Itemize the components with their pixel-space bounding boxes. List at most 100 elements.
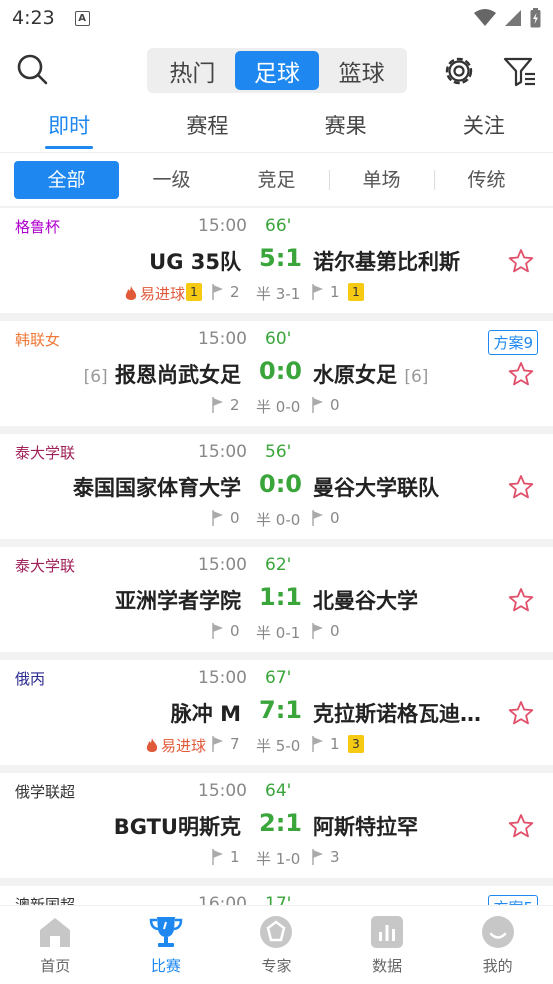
main-tabs: 即时 赛程 赛果 关注 xyxy=(0,102,553,152)
fire-icon xyxy=(146,737,158,752)
corners-away-value: 0 xyxy=(330,396,340,414)
tab-live[interactable]: 即时 xyxy=(0,102,138,152)
top-bar: 热门 足球 篮球 xyxy=(0,36,553,102)
half-score-value: 0-0 xyxy=(275,511,301,529)
fire-icon xyxy=(125,285,137,300)
star-icon[interactable] xyxy=(508,813,534,839)
match-card[interactable]: 泰大学联 15:00 56' 泰国国家体育大学 0:0 曼谷大学联队 0 半 0… xyxy=(0,434,553,539)
filter-traditional[interactable]: 传统 xyxy=(434,161,539,199)
nav-profile[interactable]: 我的 xyxy=(442,906,553,984)
corner-flag-icon xyxy=(312,623,323,639)
nav-data[interactable]: 数据 xyxy=(332,906,443,984)
plan-badge[interactable]: 方案9 xyxy=(488,330,538,355)
corner-flag-icon xyxy=(312,284,323,300)
half-score: 半 5-0 xyxy=(256,735,300,756)
filter-icon[interactable] xyxy=(501,52,539,90)
corner-flag-icon xyxy=(212,284,223,300)
filter-single[interactable]: 单场 xyxy=(329,161,434,199)
corners-away-value: 0 xyxy=(330,509,340,527)
half-score-value: 1-0 xyxy=(275,850,301,868)
corner-flag-icon xyxy=(212,736,223,752)
match-list: 格鲁杯 15:00 66' UG 35队 5:1 诺尔基第比利斯 易进球 1 2… xyxy=(0,208,553,924)
star-icon[interactable] xyxy=(508,361,534,387)
away-rank: [6] xyxy=(404,367,429,387)
corners-away: 3 xyxy=(312,848,340,866)
signal-icon xyxy=(505,10,521,26)
home-rank: [6] xyxy=(83,367,108,387)
corners-away: 1 xyxy=(312,283,340,301)
match-card[interactable]: 韩联女 15:00 60' 方案9 [6] 报恩尚武女足 0:0 水原女足 [6… xyxy=(0,321,553,426)
kickoff-time: 15:00 xyxy=(198,668,247,688)
nav-experts[interactable]: 专家 xyxy=(221,906,332,984)
filter-level1[interactable]: 一级 xyxy=(119,161,224,199)
half-score-value: 5-0 xyxy=(275,737,301,755)
match-card[interactable]: 俄学联超 15:00 64' BGTU明斯克 2:1 阿斯特拉罕 1 半 1-0… xyxy=(0,773,553,878)
match-stats: 0 半 0-0 0 xyxy=(0,509,553,531)
match-stats: 2 半 0-0 0 xyxy=(0,396,553,418)
corners-away-value: 0 xyxy=(330,622,340,640)
league-name: 韩联女 xyxy=(15,331,61,349)
away-team: 北曼谷大学 xyxy=(313,589,418,613)
corner-flag-icon xyxy=(312,849,323,865)
tab-schedule[interactable]: 赛程 xyxy=(138,102,276,152)
yellow-card-away: 3 xyxy=(348,735,364,753)
half-label: 半 xyxy=(256,737,272,755)
tab-follow[interactable]: 关注 xyxy=(415,102,553,152)
segment-basketball[interactable]: 篮球 xyxy=(319,51,404,90)
segment-football[interactable]: 足球 xyxy=(234,51,320,90)
nav-matches[interactable]: 比赛 xyxy=(111,906,222,984)
corners-home-value: 0 xyxy=(230,509,240,527)
corner-flag-icon xyxy=(212,510,223,526)
corners-away-value: 1 xyxy=(330,283,340,301)
nav-home[interactable]: 首页 xyxy=(0,906,111,984)
easy-goal-label: 易进球 xyxy=(160,737,206,755)
corners-home-value: 1 xyxy=(230,848,240,866)
nav-matches-label: 比赛 xyxy=(150,957,181,975)
corners-home: 0 xyxy=(212,622,240,640)
kickoff-time: 15:00 xyxy=(198,555,247,575)
star-icon[interactable] xyxy=(508,248,534,274)
match-stats: 易进球 7 半 5-0 1 3 xyxy=(0,735,553,757)
match-stats: 1 半 1-0 3 xyxy=(0,848,553,870)
match-minute: 66' xyxy=(265,216,292,236)
match-minute: 62' xyxy=(265,555,292,575)
tab-results[interactable]: 赛果 xyxy=(277,102,415,152)
corners-home: 2 xyxy=(212,283,240,301)
nav-home-label: 首页 xyxy=(40,957,71,975)
search-icon[interactable] xyxy=(14,52,50,88)
star-icon[interactable] xyxy=(508,587,534,613)
filter-all[interactable]: 全部 xyxy=(14,160,119,199)
kickoff-time: 15:00 xyxy=(198,216,247,236)
away-team: 曼谷大学联队 xyxy=(313,476,439,500)
gear-icon[interactable] xyxy=(440,52,478,90)
kickoff-time: 15:00 xyxy=(198,329,247,349)
match-score: 7:1 xyxy=(259,696,302,724)
league-name: 俄丙 xyxy=(15,670,46,688)
corners-away: 0 xyxy=(312,622,340,640)
away-team: 水原女足 xyxy=(313,363,397,387)
kickoff-time: 15:00 xyxy=(198,781,247,801)
home-team-wrap: [6] 报恩尚武女足 xyxy=(84,359,241,389)
half-score: 半 0-0 xyxy=(256,396,300,417)
match-stats: 易进球 1 2 半 3-1 1 1 xyxy=(0,283,553,305)
corners-home-value: 7 xyxy=(230,735,240,753)
corner-flag-icon xyxy=(312,397,323,413)
corners-home-value: 0 xyxy=(230,622,240,640)
corner-flag-icon xyxy=(212,623,223,639)
segment-hot[interactable]: 热门 xyxy=(150,51,235,90)
yellow-card-home: 1 xyxy=(186,283,202,301)
match-score: 0:0 xyxy=(259,357,302,385)
nav-profile-label: 我的 xyxy=(482,957,513,975)
home-team: 脉冲 M xyxy=(170,702,241,726)
easy-goal-tag: 易进球 xyxy=(145,735,206,756)
star-icon[interactable] xyxy=(508,700,534,726)
half-score: 半 1-0 xyxy=(256,848,300,869)
star-icon[interactable] xyxy=(508,474,534,500)
filter-jingzu[interactable]: 竞足 xyxy=(224,161,329,199)
match-card[interactable]: 泰大学联 15:00 62' 亚洲学者学院 1:1 北曼谷大学 0 半 0-1 … xyxy=(0,547,553,652)
home-icon xyxy=(40,918,71,947)
home-team: 报恩尚武女足 xyxy=(115,363,241,387)
corners-home: 0 xyxy=(212,509,240,527)
match-card[interactable]: 格鲁杯 15:00 66' UG 35队 5:1 诺尔基第比利斯 易进球 1 2… xyxy=(0,208,553,313)
match-card[interactable]: 俄丙 15:00 67' 脉冲 M 7:1 克拉斯诺格瓦迪… 易进球 7 半 5… xyxy=(0,660,553,765)
